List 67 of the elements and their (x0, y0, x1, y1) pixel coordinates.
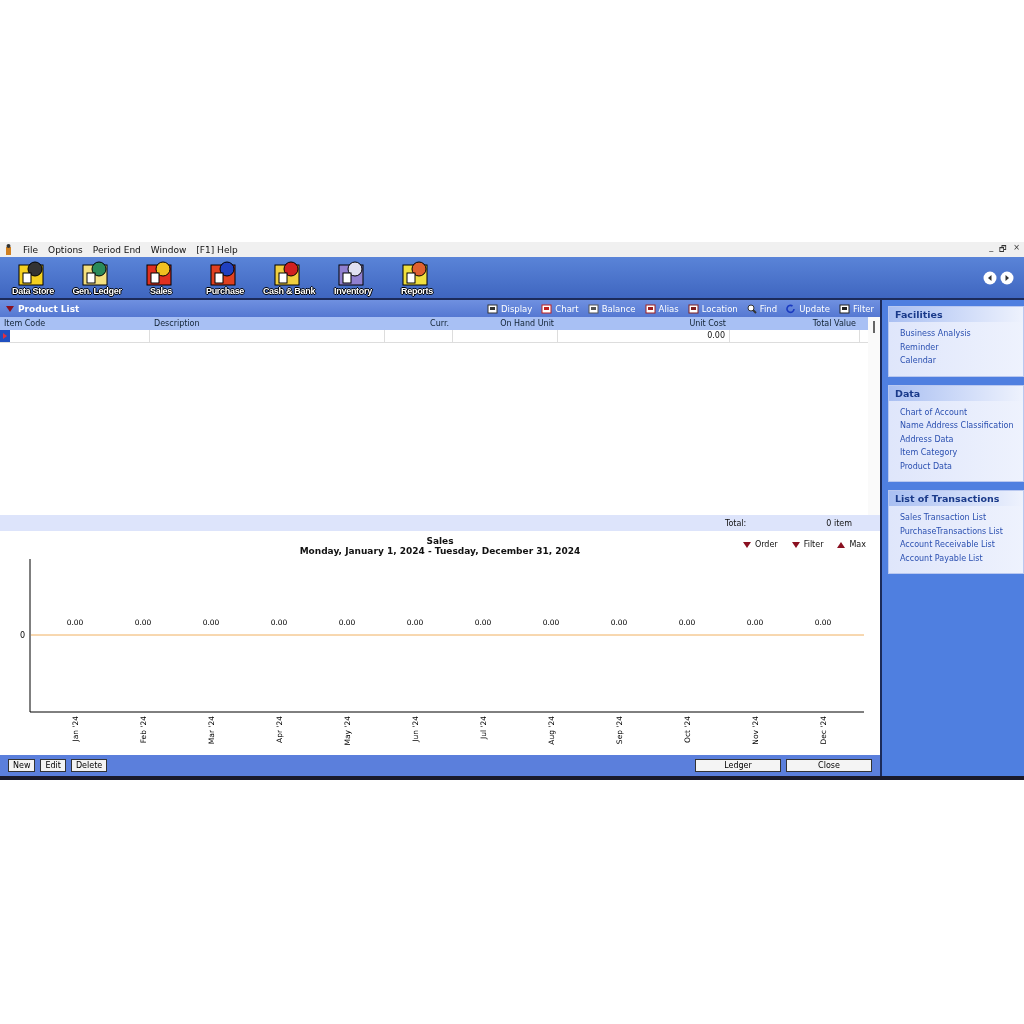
collapse-icon[interactable] (6, 305, 14, 312)
menu-item[interactable]: Period End (92, 244, 141, 255)
app-icon (4, 244, 13, 255)
sidebar-link[interactable]: Account Receivable List (889, 538, 1023, 552)
action-button[interactable]: Edit (40, 759, 66, 772)
chart-date-range: Monday, January 1, 2024 - Tuesday, December 31, 2024 (299, 546, 581, 556)
menu-item[interactable]: Window (150, 244, 187, 255)
column-header[interactable]: On Hand Unit (453, 317, 558, 330)
down-triangle-icon (742, 541, 751, 548)
refresh-icon (786, 303, 797, 314)
scrollbar-thumb[interactable] (873, 321, 875, 333)
toolbar-button[interactable]: Reports (394, 258, 440, 297)
toolbar-action[interactable]: Alias (644, 303, 679, 314)
sidebar-link[interactable]: Reminder (889, 340, 1023, 354)
chart-option[interactable]: Filter (791, 540, 824, 549)
toolbar-action[interactable]: Balance (587, 303, 636, 314)
sidebar-link[interactable]: PurchaseTransactions List (889, 524, 1023, 538)
toolbar-button[interactable]: Data Store (10, 258, 56, 297)
down-triangle-icon (791, 541, 800, 548)
menu-item[interactable]: File (23, 244, 39, 255)
toolbar-button[interactable]: Purchase (202, 258, 248, 297)
action-button[interactable]: Delete (70, 759, 108, 772)
chart-title: Sales (426, 536, 454, 546)
toolbar-button[interactable]: Inventory (330, 258, 376, 297)
search-icon (746, 303, 757, 314)
sidebar-link[interactable]: Address Data (889, 432, 1023, 446)
toolbar-action[interactable]: Filter (838, 303, 874, 314)
forward-icon[interactable] (1000, 270, 1014, 285)
toolbar-button[interactable]: Gen. Ledger (74, 258, 120, 297)
sidebar-link[interactable]: Business Analysis (889, 327, 1023, 341)
sidebar-link[interactable]: Chart of Account (889, 405, 1023, 419)
action-button[interactable]: Close (786, 759, 872, 772)
window-control[interactable]: × (1013, 242, 1020, 257)
total-label: Total: (724, 518, 747, 528)
column-header[interactable]: Item Code (0, 317, 150, 330)
toolbar-button[interactable]: Sales (138, 258, 184, 297)
column-header[interactable]: Description (150, 317, 385, 330)
toolbar-action[interactable]: Update (786, 303, 830, 314)
back-icon[interactable] (983, 270, 997, 285)
sidebar-link[interactable]: Sales Transaction List (889, 511, 1023, 525)
toolbar-action[interactable]: Display (486, 303, 533, 314)
sidebar-link[interactable]: Account Payable List (889, 551, 1023, 565)
window-control[interactable]: _ (989, 242, 994, 257)
window-control[interactable]: 🗗 (999, 242, 1008, 257)
axis-tick-label: 0 (19, 631, 25, 640)
sidebar-link[interactable]: Product Data (889, 459, 1023, 473)
action-button[interactable]: New (8, 759, 36, 772)
sidebar-link[interactable]: Item Category (889, 446, 1023, 460)
table-row[interactable]: 0.00 (0, 330, 868, 343)
up-triangle-icon (837, 541, 846, 548)
sidebar-link[interactable]: Calendar (889, 354, 1023, 368)
action-button[interactable]: Ledger (695, 759, 781, 772)
column-header[interactable]: Total Value (730, 317, 860, 330)
chart-option[interactable]: Order (742, 540, 778, 549)
toolbar-action[interactable]: Find (746, 303, 778, 314)
total-value: 0 item (826, 518, 852, 528)
panel-title: Product List (18, 303, 80, 314)
column-header[interactable]: Unit Cost (558, 317, 730, 330)
column-header[interactable]: Curr. (385, 317, 453, 330)
menu-item[interactable]: [F1] Help (196, 244, 238, 255)
chart-option[interactable]: Max (837, 540, 866, 549)
toolbar-action[interactable]: Location (687, 303, 738, 314)
sidebar-link[interactable]: Name Address Classification (889, 419, 1023, 433)
menu-item[interactable]: Options (48, 244, 83, 255)
toolbar-action[interactable]: Chart (541, 303, 579, 314)
row-pointer-icon (0, 330, 10, 342)
table-cell: 0.00 (558, 330, 730, 342)
